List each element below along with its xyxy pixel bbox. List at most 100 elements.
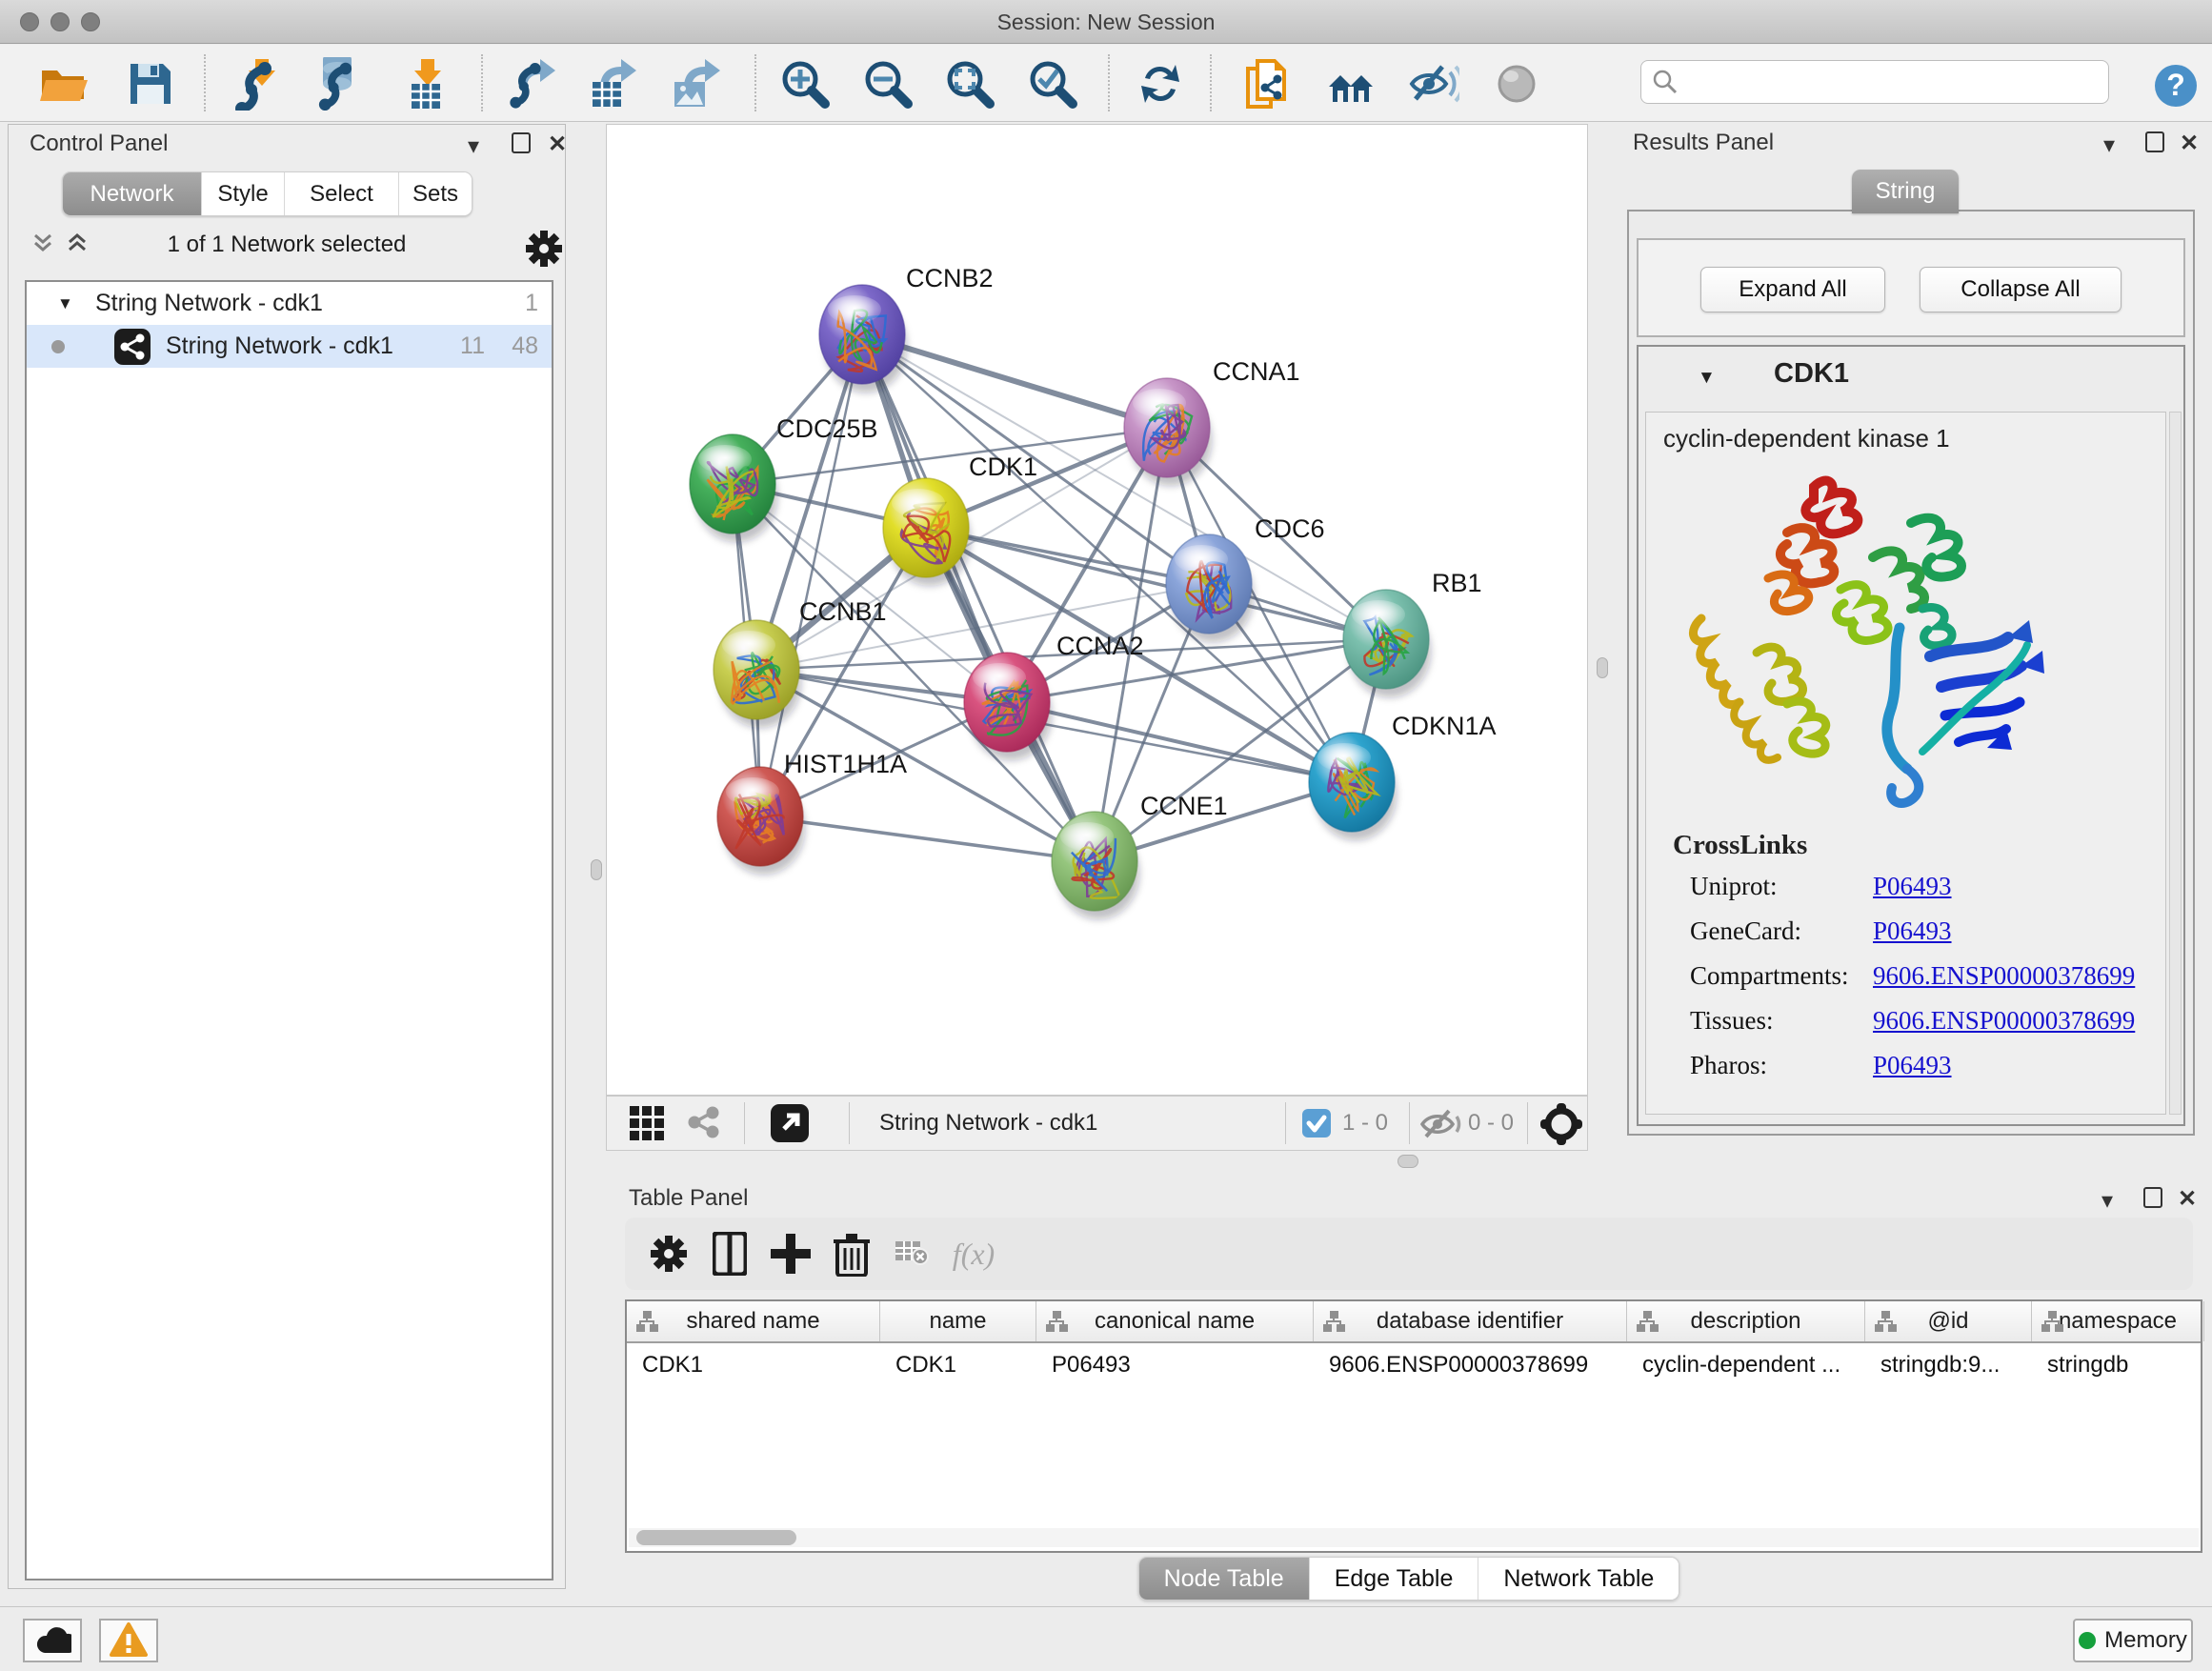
hscrollbar-thumb[interactable] <box>636 1530 796 1545</box>
collapse-all-button[interactable]: Collapse All <box>1920 267 2122 312</box>
tab-style[interactable]: Style <box>202 172 285 215</box>
tab-node-table[interactable]: Node Table <box>1139 1558 1310 1600</box>
column-header-name[interactable]: name <box>880 1301 1036 1341</box>
first-neighbors-button[interactable] <box>1240 57 1294 111</box>
tab-network[interactable]: Network <box>63 172 202 215</box>
column-header-database-identifier[interactable]: database identifier <box>1314 1301 1627 1341</box>
table-row[interactable]: CDK1CDK1P064939606.ENSP00000378699cyclin… <box>627 1345 2201 1385</box>
network-edge[interactable] <box>862 334 1095 861</box>
control-panel-float-icon[interactable] <box>512 132 531 153</box>
selected-checkbox-icon[interactable] <box>1302 1109 1333 1144</box>
left-splitter-handle[interactable] <box>591 859 602 880</box>
birdseye-view-icon[interactable] <box>630 1106 666 1147</box>
column-header-shared-name[interactable]: shared name <box>627 1301 880 1341</box>
network-node-CDC6[interactable]: CDC6 <box>1166 514 1325 642</box>
protein-structure-image <box>1673 466 2054 820</box>
network-node-CCNE1[interactable]: CCNE1 <box>1052 792 1228 919</box>
right-splitter-handle[interactable] <box>1597 657 1608 678</box>
network-graph[interactable]: CCNB2CCNA1CDC25BCDK1CDC6RB1CCNB1CCNA2CDK… <box>607 125 1587 1095</box>
hide-graphics-details-button[interactable] <box>1407 57 1460 111</box>
export-image-button[interactable] <box>667 57 720 111</box>
node-table[interactable]: shared namenamecanonical namedatabase id… <box>625 1299 2202 1553</box>
warnings-button[interactable] <box>99 1619 158 1662</box>
control-panel-close-icon[interactable]: ✕ <box>548 131 567 158</box>
network-node-CCNB1[interactable]: CCNB1 <box>714 597 887 728</box>
open-in-window-icon[interactable] <box>771 1104 811 1149</box>
table-panel-float-icon[interactable] <box>2143 1187 2162 1208</box>
results-panel-float-icon[interactable] <box>2145 131 2164 152</box>
table-cell[interactable]: stringdb <box>2032 1345 2204 1385</box>
crosslink-label: GeneCard: <box>1690 916 1801 946</box>
help-button[interactable] <box>2149 59 2202 112</box>
center-view-crosshair-icon[interactable] <box>1540 1103 1582 1150</box>
create-column-icon[interactable] <box>760 1231 821 1277</box>
zoom-out-button[interactable] <box>861 57 915 111</box>
network-view-canvas[interactable]: CCNB2CCNA1CDC25BCDK1CDC6RB1CCNB1CCNA2CDK… <box>606 124 1588 1096</box>
table-cell[interactable]: P06493 <box>1036 1345 1314 1385</box>
delete-column-trash-icon[interactable] <box>821 1231 882 1277</box>
results-panel-close-icon[interactable]: ✕ <box>2180 130 2199 157</box>
show-columns-icon[interactable] <box>699 1231 760 1277</box>
crosslink-link[interactable]: P06493 <box>1873 916 1952 946</box>
zoom-fit-button[interactable] <box>943 57 996 111</box>
refresh-button[interactable] <box>1134 57 1187 111</box>
search-input[interactable] <box>1678 70 2078 94</box>
cloud-status-button[interactable] <box>23 1619 82 1662</box>
control-panel-collapse-icon[interactable]: ▾ <box>468 132 479 160</box>
save-session-button[interactable] <box>124 57 177 111</box>
tab-string[interactable]: String <box>1852 170 1959 213</box>
network-item-label: String Network - cdk1 <box>166 332 393 360</box>
network-node-CDKN1A[interactable]: CDKN1A <box>1309 712 1497 840</box>
network-options-gear-icon[interactable] <box>523 228 565 274</box>
table-cell[interactable]: stringdb:9... <box>1865 1345 2032 1385</box>
table-cell[interactable]: cyclin-dependent ... <box>1627 1345 1865 1385</box>
show-all-networks-button[interactable] <box>1324 57 1377 111</box>
network-share-icon[interactable] <box>687 1106 721 1145</box>
show-graphics-details-button[interactable] <box>1490 57 1543 111</box>
crosslink-link[interactable]: P06493 <box>1873 872 1952 901</box>
table-toolbar: f(x) <box>625 1218 2193 1290</box>
network-edge[interactable] <box>862 334 1167 428</box>
tab-sets[interactable]: Sets <box>399 172 472 215</box>
network-node-RB1[interactable]: RB1 <box>1343 569 1482 697</box>
column-header-canonical-name[interactable]: canonical name <box>1036 1301 1314 1341</box>
network-node-CCNA1[interactable]: CCNA1 <box>1124 357 1300 486</box>
zoom-selected-button[interactable] <box>1026 57 1079 111</box>
toolbar-search[interactable] <box>1640 60 2109 104</box>
column-header-description[interactable]: description <box>1627 1301 1865 1341</box>
network-edge[interactable] <box>1007 702 1352 782</box>
network-tree-root-row[interactable]: ▼ String Network - cdk1 1 <box>27 282 552 325</box>
column-header-namespace[interactable]: namespace <box>2032 1301 2204 1341</box>
export-network-button[interactable] <box>504 57 557 111</box>
table-hscrollbar[interactable] <box>629 1528 2199 1547</box>
export-table-button[interactable] <box>585 57 638 111</box>
open-session-button[interactable] <box>38 57 91 111</box>
tree-expander-icon[interactable]: ▼ <box>57 294 73 313</box>
tab-network-table[interactable]: Network Table <box>1478 1558 1679 1600</box>
crosslink-label: Tissues: <box>1690 1006 1774 1036</box>
table-panel-close-icon[interactable]: ✕ <box>2178 1185 2197 1213</box>
import-network-database-button[interactable] <box>313 57 367 111</box>
table-options-gear-icon[interactable] <box>638 1231 699 1277</box>
crosslink-link[interactable]: 9606.ENSP00000378699 <box>1873 1006 2135 1036</box>
tab-select[interactable]: Select <box>285 172 399 215</box>
network-edge[interactable] <box>760 816 1095 861</box>
import-table-button[interactable] <box>400 57 453 111</box>
crosslink-link[interactable]: 9606.ENSP00000378699 <box>1873 961 2135 991</box>
network-node-HIST1H1A[interactable]: HIST1H1A <box>717 750 907 875</box>
tab-edge-table[interactable]: Edge Table <box>1310 1558 1479 1600</box>
results-panel-collapse-icon[interactable]: ▾ <box>2103 131 2115 159</box>
network-tree-item-row[interactable]: String Network - cdk1 11 48 <box>27 325 552 368</box>
table-cell[interactable]: CDK1 <box>627 1345 880 1385</box>
zoom-in-button[interactable] <box>778 57 832 111</box>
results-scrollbar[interactable] <box>2169 412 2182 1115</box>
memory-button[interactable]: Memory <box>2073 1619 2193 1662</box>
table-panel-collapse-icon[interactable]: ▾ <box>2101 1187 2113 1215</box>
expand-all-button[interactable]: Expand All <box>1700 267 1885 312</box>
table-cell[interactable]: 9606.ENSP00000378699 <box>1314 1345 1627 1385</box>
table-cell[interactable]: CDK1 <box>880 1345 1036 1385</box>
crosslink-link[interactable]: P06493 <box>1873 1051 1952 1080</box>
section-expander-icon[interactable]: ▼ <box>1698 368 1716 389</box>
column-header--id[interactable]: @id <box>1865 1301 2032 1341</box>
import-network-file-button[interactable] <box>231 57 284 111</box>
